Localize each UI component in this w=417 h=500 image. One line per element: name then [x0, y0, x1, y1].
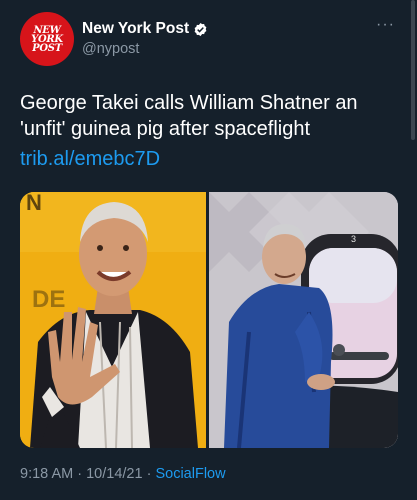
- tweet-text: George Takei calls William Shatner an 'u…: [20, 92, 358, 140]
- avatar-logo-text: NEW YORK POST: [31, 24, 63, 54]
- meta-separator: ·: [146, 466, 152, 482]
- george-takei-illustration: N DE: [20, 192, 206, 448]
- tweet-date[interactable]: 10/14/21: [86, 466, 142, 482]
- account-handle[interactable]: @nypost: [82, 41, 139, 57]
- display-name[interactable]: New York Post: [82, 20, 189, 38]
- media-grid: N DE 3: [20, 192, 398, 448]
- tweet-meta: 9:18 AM · 10/14/21 · SocialFlow: [20, 466, 226, 482]
- window-number: 3: [351, 234, 356, 244]
- meta-separator: ·: [77, 466, 83, 482]
- tweet-link[interactable]: trib.al/emebc7D: [20, 148, 160, 171]
- william-shatner-illustration: 3: [209, 192, 398, 448]
- tweet-source[interactable]: SocialFlow: [155, 466, 225, 482]
- svg-text:DE: DE: [32, 286, 65, 313]
- scrollbar[interactable]: [411, 0, 415, 140]
- more-options-icon[interactable]: ···: [376, 16, 395, 34]
- avatar[interactable]: NEW YORK POST: [20, 12, 74, 66]
- tweet-time[interactable]: 9:18 AM: [20, 466, 73, 482]
- photo-william-shatner[interactable]: 3: [209, 192, 398, 448]
- photo-george-takei[interactable]: N DE: [20, 192, 206, 448]
- svg-text:N: N: [26, 192, 42, 215]
- author-name-row: New York Post: [82, 20, 208, 38]
- tweet-card[interactable]: NEW YORK POST New York Post @nypost ··· …: [0, 0, 417, 500]
- verified-badge-icon: [193, 22, 208, 37]
